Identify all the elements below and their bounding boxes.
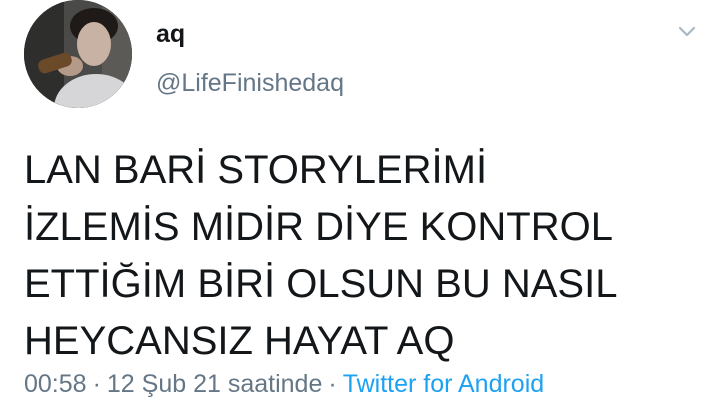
meta-separator: · <box>92 370 101 398</box>
tweet-card: aq @LifeFinishedaq LAN BARİ STORYLERİMİ … <box>0 0 720 405</box>
tweet-meta: 00:58 · 12 Şub 21 saatinde · Twitter for And… <box>24 370 544 399</box>
tweet-date[interactable]: 12 Şub 21 saatinde <box>107 370 322 398</box>
tweet-text-line: İZLEMİS MİDİR DİYE KONTROL <box>24 205 613 249</box>
tweet-text-line: ETTİĞİM BİRİ OLSUN BU NASIL <box>24 262 618 306</box>
tweet-text: LAN BARİ STORYLERİMİ İZLEMİS MİDİR DİYE … <box>24 142 704 370</box>
avatar[interactable] <box>24 0 132 108</box>
chevron-down-icon[interactable] <box>676 20 698 42</box>
display-name[interactable]: aq <box>156 20 185 49</box>
tweet-source-link[interactable]: Twitter for Android <box>343 370 544 398</box>
meta-separator: · <box>328 370 337 398</box>
user-handle[interactable]: @LifeFinishedaq <box>156 69 344 98</box>
tweet-time[interactable]: 00:58 <box>24 370 87 398</box>
tweet-text-line: LAN BARİ STORYLERİMİ <box>24 148 488 192</box>
tweet-text-line: HEYCANSIZ HAYAT AQ <box>24 319 455 363</box>
avatar-image <box>24 0 132 108</box>
